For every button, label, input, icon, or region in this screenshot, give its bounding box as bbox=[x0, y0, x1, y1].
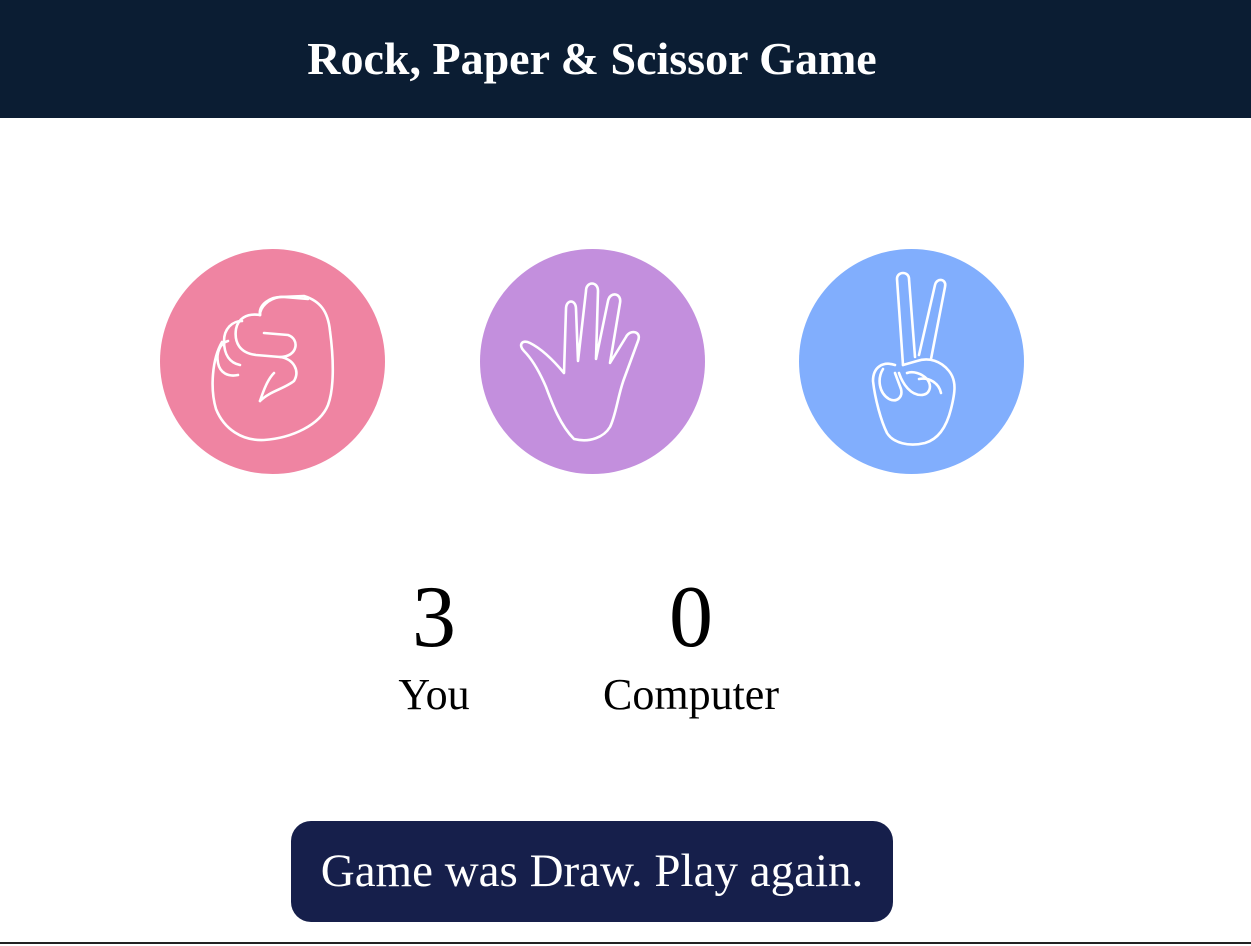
choice-rock[interactable] bbox=[160, 249, 385, 474]
page-title: Rock, Paper & Scissor Game bbox=[307, 33, 877, 84]
fist-icon bbox=[211, 294, 335, 442]
header-bar: Rock, Paper & Scissor Game bbox=[0, 0, 1251, 118]
user-score: 3 bbox=[412, 569, 456, 666]
computer-score-block: 0 Computer bbox=[580, 574, 802, 720]
user-score-block: 3 You bbox=[374, 574, 494, 720]
choice-paper[interactable] bbox=[480, 249, 705, 474]
bottom-divider bbox=[0, 942, 1251, 944]
result-message[interactable]: Game was Draw. Play again. bbox=[291, 821, 893, 922]
user-score-label: You bbox=[398, 670, 470, 719]
computer-score-label: Computer bbox=[603, 670, 779, 719]
peace-hand-icon bbox=[871, 271, 956, 446]
choice-scissors[interactable] bbox=[799, 249, 1024, 474]
open-hand-icon bbox=[519, 282, 641, 442]
computer-score: 0 bbox=[669, 569, 713, 666]
